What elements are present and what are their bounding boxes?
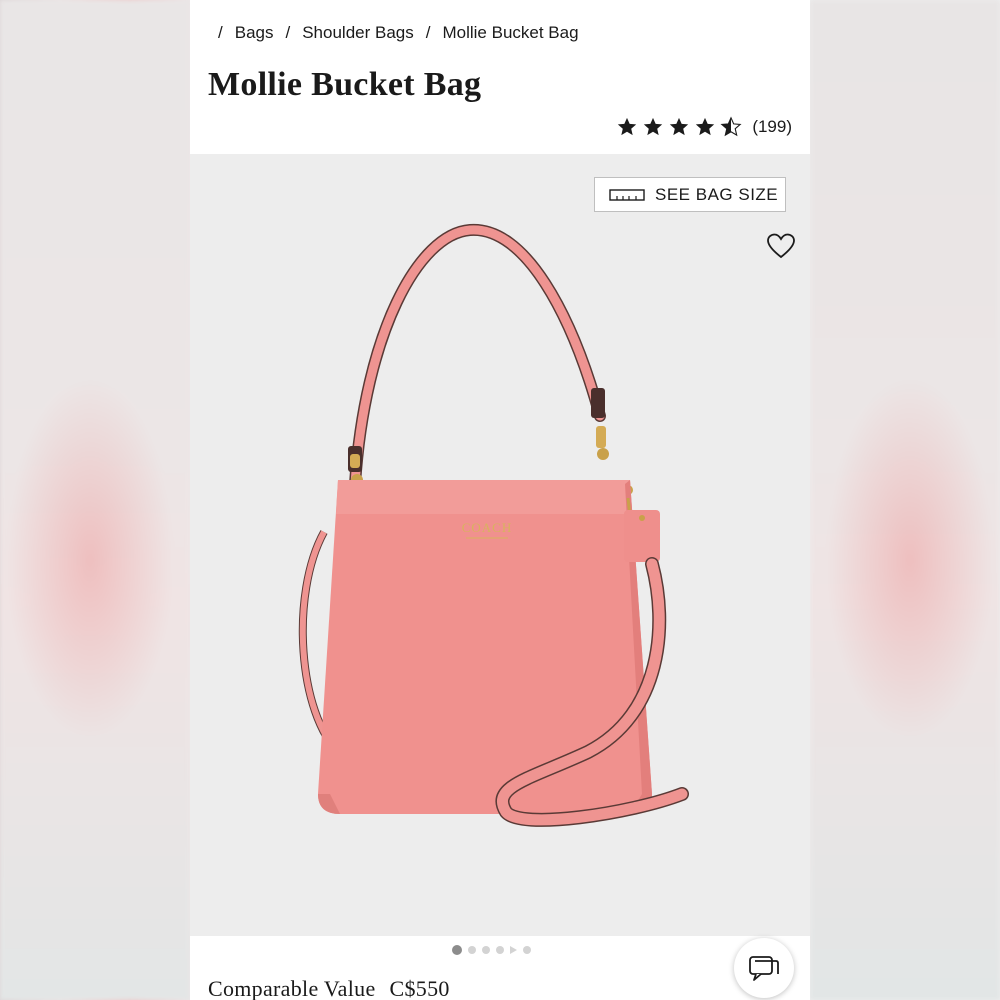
chat-button[interactable] [734,938,794,998]
price-row: Comparable Value C$550 [208,976,450,1000]
review-count: (199) [752,117,792,136]
video-play-icon[interactable] [510,946,517,954]
pagination-dot[interactable] [482,946,490,954]
pagination-dot[interactable] [468,946,476,954]
blurred-background-right [810,0,1000,1000]
breadcrumb-item-shoulder-bags[interactable]: Shoulder Bags [302,23,414,43]
chat-icon [749,956,779,981]
pagination-dot[interactable] [523,946,531,954]
blurred-background-left [0,0,190,1000]
star-icon [670,117,689,136]
breadcrumb-item-bags[interactable]: Bags [235,23,274,43]
star-icon [696,117,715,136]
gallery-pagination[interactable] [452,945,531,955]
breadcrumb: / Bags / Shoulder Bags / Mollie Bucket B… [218,22,579,44]
product-page: / Bags / Shoulder Bags / Mollie Bucket B… [190,0,810,1000]
breadcrumb-separator: / [425,23,431,42]
price-value: C$550 [389,976,450,1000]
star-icon [618,117,637,136]
ruler-icon [609,188,645,201]
see-bag-size-label: SEE BAG SIZE [655,184,779,204]
star-icon [644,117,663,136]
product-title: Mollie Bucket Bag [208,66,482,103]
half-star-icon [720,116,742,137]
breadcrumb-item-current[interactable]: Mollie Bucket Bag [442,23,578,43]
pagination-dot-active[interactable] [452,945,462,955]
product-image-gallery[interactable]: COACH SEE BAG SIZE [190,154,810,936]
product-rating[interactable]: (199) [616,114,792,140]
brand-logo: COACH [462,520,513,535]
pagination-dot[interactable] [496,946,504,954]
heart-icon[interactable] [766,232,796,260]
product-image: COACH [298,223,689,827]
price-label: Comparable Value [208,976,376,1000]
breadcrumb-separator: / [218,23,223,42]
see-bag-size-button[interactable]: SEE BAG SIZE [594,177,786,212]
breadcrumb-separator: / [285,23,291,42]
